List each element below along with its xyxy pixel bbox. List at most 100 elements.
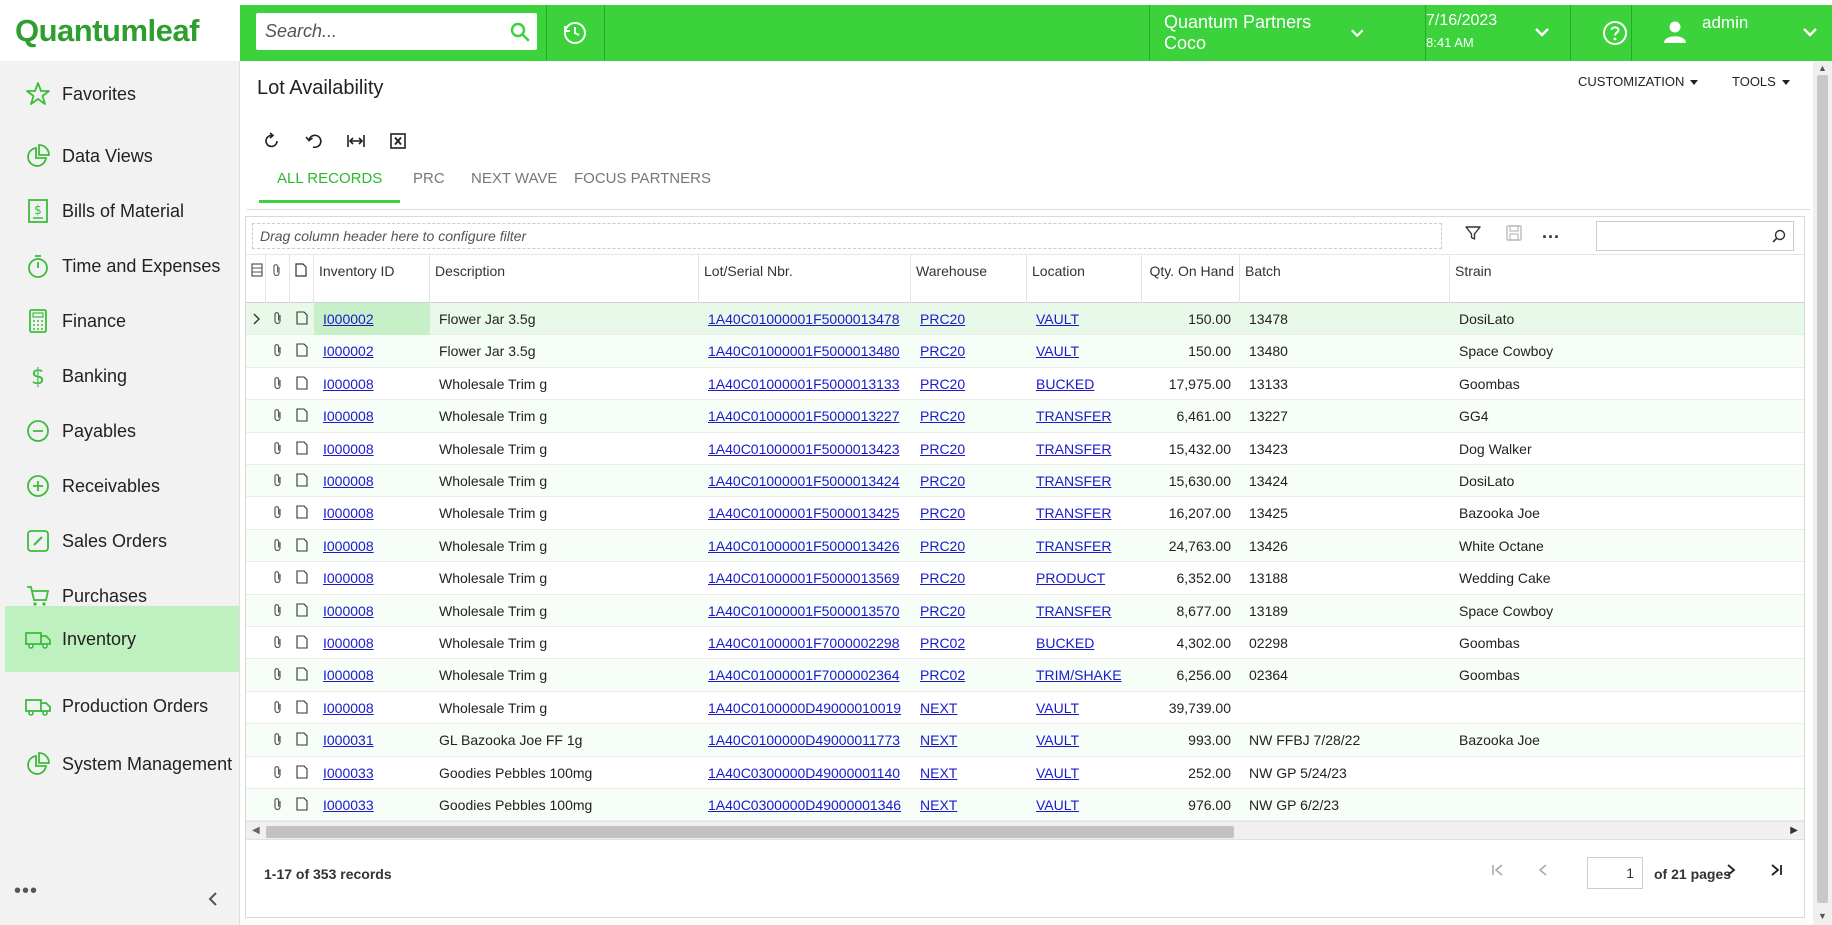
note-icon[interactable]	[296, 667, 308, 684]
cell-warehouse-link[interactable]: PRC20	[920, 603, 965, 619]
sidebar-item-inventory[interactable]: Inventory	[5, 606, 239, 672]
cell-inventory-id-link[interactable]: I000008	[323, 700, 374, 716]
column-header-description[interactable]: Description	[430, 255, 699, 303]
row-status-column-header[interactable]	[246, 255, 266, 303]
note-icon[interactable]	[296, 538, 308, 555]
paperclip-icon[interactable]	[272, 343, 284, 360]
paperclip-icon[interactable]	[272, 311, 284, 328]
paperclip-icon[interactable]	[272, 667, 284, 684]
table-row[interactable]: I000008 Wholesale Trim g 1A40C01000001F500…	[246, 400, 1804, 433]
cell-warehouse-link[interactable]: NEXT	[920, 732, 957, 748]
cell-warehouse-link[interactable]: PRC02	[920, 635, 965, 651]
table-row[interactable]: I000008 Wholesale Trim g 1A40C01000001F500…	[246, 529, 1804, 563]
cell-inventory-id-link[interactable]: I000008	[323, 603, 374, 619]
note-icon[interactable]	[296, 570, 308, 587]
cell-inventory-id-link[interactable]: I000008	[323, 635, 374, 651]
paperclip-icon[interactable]	[272, 732, 284, 749]
next-page-icon[interactable]	[1723, 862, 1739, 878]
note-icon[interactable]	[296, 505, 308, 522]
previous-page-icon[interactable]	[1535, 862, 1551, 878]
note-icon[interactable]	[296, 603, 308, 620]
cell-location-link[interactable]: TRANSFER	[1036, 603, 1111, 619]
cell-lot-serial-nbr-link[interactable]: 1A40C0300000D49000001346	[708, 797, 901, 813]
cell-lot-serial-nbr-link[interactable]: 1A40C01000001F7000002364	[708, 667, 900, 683]
cell-inventory-id-link[interactable]: I000008	[323, 570, 374, 586]
table-row[interactable]: I000008 Wholesale Trim g 1A40C01000001F500…	[246, 368, 1804, 401]
table-row[interactable]: I000033 Goodies Pebbles 100mg 1A40C0300000…	[246, 789, 1804, 821]
table-row[interactable]: I000002 Flower Jar 3.5g 1A40C01000001F5000…	[246, 303, 1804, 336]
cell-lot-serial-nbr-link[interactable]: 1A40C0100000D49000011773	[708, 732, 900, 748]
tab-focus-partners[interactable]: FOCUS PARTNERS	[556, 169, 729, 203]
cell-location-link[interactable]: TRANSFER	[1036, 538, 1111, 554]
column-header-lot-serial-nbr[interactable]: Lot/Serial Nbr.	[699, 255, 911, 303]
cell-lot-serial-nbr-link[interactable]: 1A40C01000001F5000013478	[708, 311, 900, 327]
business-date-selector[interactable]: 7/16/2023 8:41 AM	[1426, 5, 1570, 61]
first-page-icon[interactable]	[1490, 862, 1506, 878]
table-row[interactable]: I000008 Wholesale Trim g 1A40C01000001F700…	[246, 659, 1804, 692]
cell-inventory-id-link[interactable]: I000031	[323, 732, 374, 748]
sidebar-item-bills-of-material[interactable]: $ Bills of Material	[5, 180, 239, 242]
vertical-scroll-thumb[interactable]	[1817, 75, 1828, 903]
scroll-down-arrow-icon[interactable]: ▼	[1818, 911, 1827, 921]
cell-warehouse-link[interactable]: PRC20	[920, 343, 965, 359]
cell-lot-serial-nbr-link[interactable]: 1A40C01000001F5000013570	[708, 603, 900, 619]
cell-warehouse-link[interactable]: PRC20	[920, 311, 965, 327]
note-icon[interactable]	[296, 311, 308, 328]
cell-inventory-id-link[interactable]: I000002	[323, 311, 374, 327]
recent-history-button[interactable]	[546, 5, 604, 61]
cell-location-link[interactable]: VAULT	[1036, 765, 1079, 781]
cell-lot-serial-nbr-link[interactable]: 1A40C0100000D49000010019	[708, 700, 901, 716]
horizontal-scrollbar[interactable]: ◀ ▶	[246, 821, 1804, 839]
cell-inventory-id-link[interactable]: I000033	[323, 765, 374, 781]
cell-lot-serial-nbr-link[interactable]: 1A40C01000001F7000002298	[708, 635, 900, 651]
table-row[interactable]: I000008 Wholesale Trim g 1A40C01000001F500…	[246, 465, 1804, 498]
sidebar-item-favorites[interactable]: Favorites	[5, 63, 239, 125]
cell-location-link[interactable]: VAULT	[1036, 700, 1079, 716]
filter-drop-zone[interactable]: Drag column header here to configure fil…	[252, 223, 1442, 249]
table-row[interactable]: I000008 Wholesale Trim g 1A40C01000001F700…	[246, 627, 1804, 660]
save-icon[interactable]	[1505, 224, 1523, 242]
note-icon[interactable]	[296, 635, 308, 652]
cell-location-link[interactable]: VAULT	[1036, 797, 1079, 813]
table-row[interactable]: I000008 Wholesale Trim g 1A40C01000001F500…	[246, 433, 1804, 465]
paperclip-icon[interactable]	[272, 408, 284, 425]
note-icon[interactable]	[296, 376, 308, 393]
column-header-strain[interactable]: Strain	[1450, 255, 1585, 303]
page-number-input[interactable]	[1587, 857, 1643, 889]
note-icon[interactable]	[296, 473, 308, 490]
cell-location-link[interactable]: BUCKED	[1036, 376, 1094, 392]
sidebar-item-receivables[interactable]: Receivables	[5, 455, 239, 517]
global-search[interactable]	[256, 13, 537, 50]
search-icon[interactable]	[509, 21, 531, 43]
vertical-scrollbar[interactable]: ▲ ▼	[1813, 61, 1832, 925]
cell-warehouse-link[interactable]: PRC02	[920, 667, 965, 683]
note-icon[interactable]	[296, 700, 308, 717]
table-row[interactable]: I000031 GL Bazooka Joe FF 1g 1A40C0100000D…	[246, 724, 1804, 757]
cell-warehouse-link[interactable]: NEXT	[920, 700, 957, 716]
sidebar-item-payables[interactable]: Payables	[5, 400, 239, 462]
sidebar-item-banking[interactable]: $ Banking	[5, 345, 239, 407]
notes-column-header[interactable]	[290, 255, 314, 303]
note-icon[interactable]	[296, 441, 308, 458]
user-menu[interactable]: admin	[1646, 5, 1832, 61]
cell-inventory-id-link[interactable]: I000008	[323, 408, 374, 424]
column-header-inventory-id[interactable]: Inventory ID	[314, 255, 430, 303]
note-icon[interactable]	[296, 797, 308, 814]
cell-warehouse-link[interactable]: NEXT	[920, 797, 957, 813]
fit-columns-button[interactable]	[341, 126, 371, 156]
cell-warehouse-link[interactable]: PRC20	[920, 441, 965, 457]
cell-lot-serial-nbr-link[interactable]: 1A40C01000001F5000013227	[708, 408, 900, 424]
cell-lot-serial-nbr-link[interactable]: 1A40C01000001F5000013426	[708, 538, 900, 554]
cell-lot-serial-nbr-link[interactable]: 1A40C01000001F5000013423	[708, 441, 900, 457]
cell-location-link[interactable]: TRIM/SHAKE	[1036, 667, 1122, 683]
search-input[interactable]	[256, 13, 501, 50]
scroll-up-arrow-icon[interactable]: ▲	[1818, 63, 1827, 73]
cell-warehouse-link[interactable]: PRC20	[920, 538, 965, 554]
scroll-left-arrow-icon[interactable]: ◀	[252, 825, 260, 836]
export-excel-button[interactable]	[383, 126, 413, 156]
customization-menu[interactable]: CUSTOMIZATION	[1578, 74, 1699, 89]
sidebar-item-production-orders[interactable]: Production Orders	[5, 675, 239, 737]
attachments-column-header[interactable]	[266, 255, 290, 303]
paperclip-icon[interactable]	[272, 797, 284, 814]
cell-location-link[interactable]: TRANSFER	[1036, 441, 1111, 457]
